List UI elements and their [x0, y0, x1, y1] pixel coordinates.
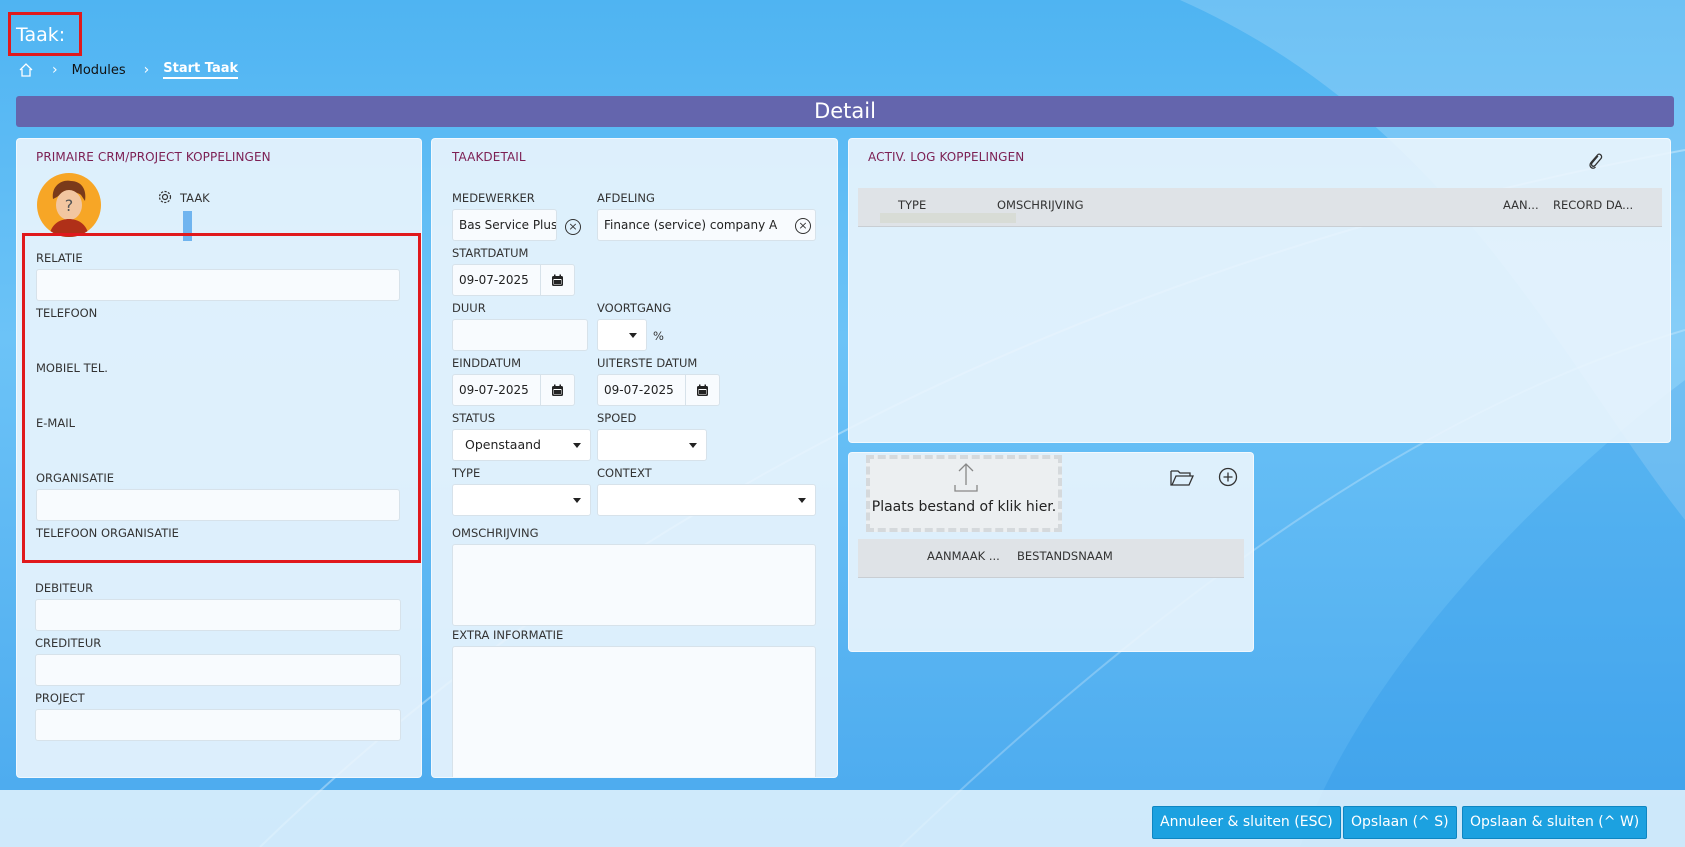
startdatum-calendar-button[interactable] — [541, 264, 575, 296]
crediteur-label: CREDITEUR — [35, 636, 102, 650]
project-label: PROJECT — [35, 691, 85, 705]
context-select[interactable] — [597, 484, 816, 516]
chevron-down-icon — [573, 443, 581, 448]
chevron-down-icon — [629, 333, 637, 338]
relatie-input[interactable] — [36, 269, 400, 301]
extra-informatie-textarea[interactable] — [452, 646, 816, 777]
svg-text:?: ? — [65, 196, 74, 215]
status-select[interactable]: Openstaand — [452, 429, 591, 461]
dropzone-text: Plaats bestand of klik hier. — [871, 499, 1057, 515]
column-type[interactable]: TYPE — [898, 198, 926, 212]
type-label: TYPE — [452, 466, 481, 480]
clear-afdeling-icon[interactable]: × — [795, 218, 811, 234]
percent-sign: % — [653, 329, 664, 343]
taak-indicator — [183, 211, 192, 241]
extra-informatie-label: EXTRA INFORMATIE — [452, 628, 564, 642]
save-button[interactable]: Opslaan (^ S) — [1343, 806, 1457, 839]
omschrijving-textarea[interactable] — [452, 544, 816, 626]
uiterste-datum-input[interactable]: 09-07-2025 — [597, 374, 686, 406]
column-omschrijving[interactable]: OMSCHRIJVING — [997, 198, 1084, 212]
panel-title: PRIMAIRE CRM/PROJECT KOPPELINGEN — [36, 150, 271, 164]
save-close-button[interactable]: Opslaan & sluiten (^ W) — [1462, 806, 1648, 839]
column-aan[interactable]: AAN... — [1503, 198, 1539, 212]
spoed-select[interactable] — [597, 429, 707, 461]
startdatum-label: STARTDATUM — [452, 246, 529, 260]
breadcrumb-start-taak[interactable]: Start Taak — [163, 61, 239, 79]
status-label: STATUS — [452, 411, 496, 425]
debiteur-label: DEBITEUR — [35, 581, 94, 595]
page-title: Taak: — [8, 12, 82, 56]
avatar: ? — [37, 173, 101, 237]
calendar-icon — [697, 384, 708, 396]
organisatie-label: ORGANISATIE — [36, 471, 114, 485]
crm-links-panel: PRIMAIRE CRM/PROJECT KOPPELINGEN ? TAAK … — [16, 138, 422, 778]
chevron-down-icon — [573, 498, 581, 503]
organisatie-input[interactable] — [36, 489, 400, 521]
task-detail-panel: TAAKDETAIL MEDEWERKER Bas Service Plus ×… — [431, 138, 838, 778]
telefoon-organisatie-label: TELEFOON ORGANISATIE — [36, 526, 179, 540]
omschrijving-label: OMSCHRIJVING — [452, 526, 539, 540]
duur-input[interactable] — [452, 319, 588, 351]
taak-label: TAAK — [180, 191, 210, 205]
type-select[interactable] — [452, 484, 591, 516]
chevron-right-icon: › — [143, 62, 150, 78]
clear-medewerker-icon[interactable]: × — [565, 219, 581, 235]
activity-log-panel: ACTIV. LOG KOPPELINGEN TYPE OMSCHRIJVING… — [848, 138, 1671, 443]
column-record-datum[interactable]: RECORD DA... — [1553, 198, 1633, 212]
paperclip-icon[interactable] — [1587, 151, 1603, 174]
files-grid-header: AANMAAK ... BESTANDSNAAM — [858, 539, 1244, 578]
column-bestandsnaam[interactable]: BESTANDSNAAM — [1017, 549, 1113, 563]
spoed-label: SPOED — [597, 411, 637, 425]
medewerker-label: MEDEWERKER — [452, 191, 535, 205]
calendar-icon — [552, 384, 563, 396]
email-label: E-MAIL — [36, 416, 76, 430]
folder-open-icon[interactable] — [1170, 467, 1195, 490]
einddatum-input[interactable]: 09-07-2025 — [452, 374, 541, 406]
cancel-close-button[interactable]: Annuleer & sluiten (ESC) — [1152, 806, 1341, 839]
afdeling-label: AFDELING — [597, 191, 655, 205]
startdatum-input[interactable]: 09-07-2025 — [452, 264, 541, 296]
status-value: Openstaand — [465, 437, 541, 452]
chevron-down-icon — [798, 498, 806, 503]
medewerker-input[interactable]: Bas Service Plus — [452, 209, 557, 241]
add-circle-icon[interactable] — [1218, 467, 1238, 490]
gear-icon — [157, 189, 173, 208]
panel-title: ACTIV. LOG KOPPELINGEN — [868, 150, 1025, 164]
afdeling-input[interactable]: Finance (service) company A — [597, 209, 816, 241]
breadcrumb-modules[interactable]: Modules — [72, 63, 126, 78]
calendar-icon — [552, 274, 563, 286]
einddatum-calendar-button[interactable] — [541, 374, 575, 406]
uiterste-datum-calendar-button[interactable] — [686, 374, 720, 406]
voortgang-select[interactable] — [597, 319, 647, 351]
file-dropzone[interactable]: Plaats bestand of klik hier. — [866, 455, 1062, 532]
home-icon[interactable] — [18, 62, 34, 78]
voortgang-label: VOORTGANG — [597, 301, 672, 315]
column-aanmaak[interactable]: AANMAAK ... — [927, 549, 1000, 563]
duur-label: DUUR — [452, 301, 486, 315]
einddatum-label: EINDDATUM — [452, 356, 522, 370]
project-input[interactable] — [35, 709, 401, 741]
debiteur-input[interactable] — [35, 599, 401, 631]
grid-filter-bar — [880, 213, 1016, 223]
telefoon-label: TELEFOON — [36, 306, 98, 320]
crediteur-input[interactable] — [35, 654, 401, 686]
relatie-label: RELATIE — [36, 251, 83, 265]
panel-title: TAAKDETAIL — [452, 150, 526, 164]
detail-banner: Detail — [16, 96, 1674, 127]
chevron-right-icon: › — [52, 62, 58, 78]
mobiel-label: MOBIEL TEL. — [36, 361, 108, 375]
breadcrumb: › Modules › Start Taak — [18, 60, 239, 80]
upload-icon — [954, 463, 978, 492]
uiterste-datum-label: UITERSTE DATUM — [597, 356, 698, 370]
chevron-down-icon — [689, 443, 697, 448]
context-label: CONTEXT — [597, 466, 652, 480]
